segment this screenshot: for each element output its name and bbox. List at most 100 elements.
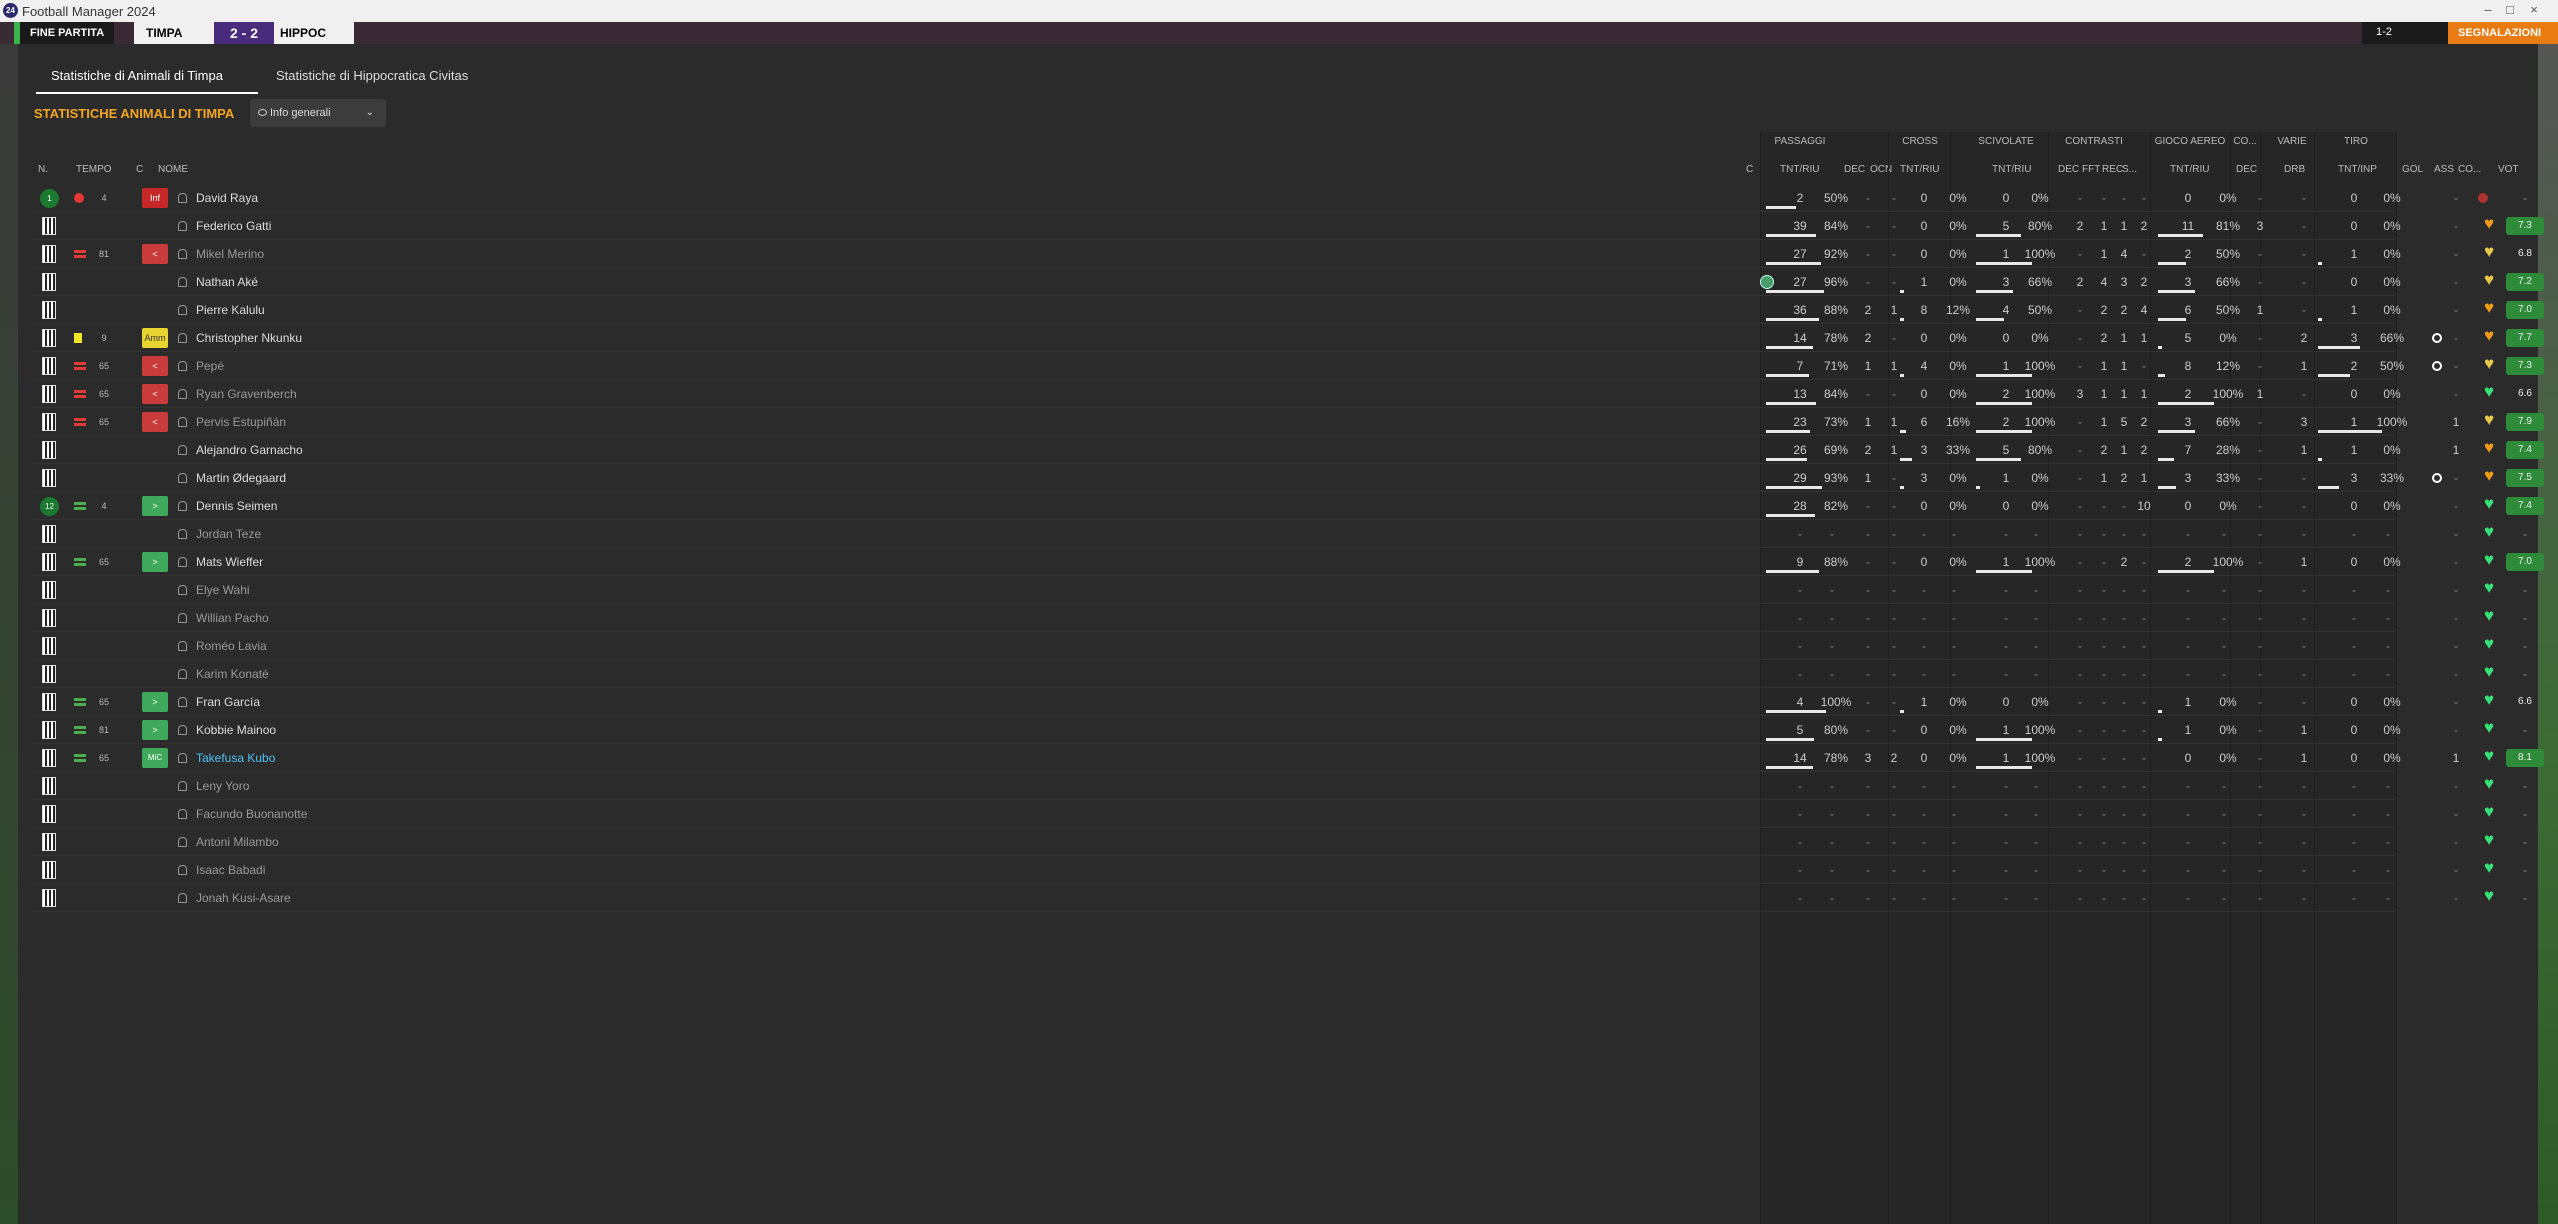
- player-name[interactable]: David Raya: [196, 184, 258, 212]
- table-row[interactable]: 65 MiC Takefusa Kubo 14 78% 3 2 0 0% 1 100% - - - -0 0%…: [32, 742, 2544, 772]
- stat-chal-s-value: -: [2142, 247, 2146, 261]
- close-button[interactable]: ×: [2514, 2, 2554, 17]
- table-row[interactable]: Antoni Milambo--------------------: [32, 826, 2527, 856]
- col-chal-dec[interactable]: DEC: [2058, 164, 2079, 175]
- table-row[interactable]: 65 > Mats Wieffer 9 88% - -0 0% 1 100% - -2-2 100% -1…: [32, 546, 2544, 576]
- table-row[interactable]: 9 Amm Christopher Nkunku 14 78% 2-0 0% 0 0% -2 1 1 5…: [32, 322, 2544, 352]
- player-name[interactable]: Jordan Teze: [196, 520, 261, 548]
- col-aerial-att[interactable]: TNT/RIU: [2170, 164, 2209, 175]
- player-name[interactable]: Martin Ødegaard: [196, 464, 286, 492]
- col-shot-att[interactable]: TNT/INP: [2338, 164, 2377, 175]
- player-name[interactable]: Roméo Lavia: [196, 632, 267, 660]
- col-cross-att[interactable]: TNT/RIU: [1900, 164, 1939, 175]
- table-row[interactable]: Willian Pacho--------------------: [32, 602, 2527, 632]
- player-name[interactable]: Mikel Merino: [196, 240, 264, 268]
- table-row[interactable]: 81 < Mikel Merino 27 92% - -0 0% 1 100% -1 4-2 50% - -…: [32, 238, 2532, 268]
- table-row[interactable]: Facundo Buonanotte--------------------: [32, 798, 2527, 828]
- stat-empty-value: -: [2186, 583, 2190, 597]
- col-pass-dec[interactable]: DEC: [1844, 164, 1865, 175]
- status-badge[interactable]: Amm: [142, 328, 168, 348]
- table-row[interactable]: Alejandro Garnacho 26 69% 2 1 3 33% 5 80% -2 1 2 7 28…: [32, 434, 2544, 464]
- view-filter-dropdown[interactable]: Info generali ⌄: [250, 99, 386, 127]
- table-row[interactable]: Nathan Aké2796%--10%366%2432366%--00%-7.…: [32, 266, 2544, 296]
- stat-empty-value: -: [2034, 583, 2038, 597]
- table-row[interactable]: 65 < Ryan Gravenberch 13 84% - -0 0% 2 100% 3 1 1 1 2 1…: [32, 378, 2532, 408]
- player-name[interactable]: Isaac Babadi: [196, 856, 265, 884]
- col-number[interactable]: N.: [38, 164, 48, 175]
- table-row[interactable]: 81 > Kobbie Mainoo 5 80% - -0 0% 1 100% - - - -1 0% -1 0…: [32, 714, 2527, 744]
- col-pass-att[interactable]: TNT/RIU: [1780, 164, 1819, 175]
- table-row[interactable]: Elye Wahi--------------------: [32, 574, 2527, 604]
- table-row[interactable]: Jordan Teze--------------------: [32, 518, 2527, 548]
- status-badge[interactable]: <: [142, 412, 168, 432]
- status-badge[interactable]: >: [142, 692, 168, 712]
- table-row[interactable]: 1 4 Inf David Raya 2 50% - -0 0% 0 0% - - - -0 0% - -0 0% -…: [32, 184, 2527, 212]
- player-name[interactable]: Fran García: [196, 688, 260, 716]
- player-name[interactable]: Leny Yoro: [196, 772, 249, 800]
- tab-away-stats[interactable]: Statistiche di Hippocratica Civitas: [272, 62, 492, 94]
- player-name[interactable]: Alejandro Garnacho: [196, 436, 303, 464]
- tab-home-stats[interactable]: Statistiche di Animali di Timpa: [36, 62, 258, 94]
- table-row[interactable]: Federico Gatti 39 84% - -0 0% 5 80% 2 1 1 2 11 81% 3-0…: [32, 210, 2544, 240]
- col-chal-rec[interactable]: REC: [2102, 164, 2123, 175]
- col-goals[interactable]: GOL: [2402, 164, 2423, 175]
- player-name[interactable]: Mats Wieffer: [196, 548, 263, 576]
- table-row[interactable]: Jonah Kusi-Asare--------------------: [32, 882, 2527, 912]
- col-tackle-att[interactable]: TNT/RIU: [1992, 164, 2031, 175]
- status-badge[interactable]: >: [142, 720, 168, 740]
- col-time[interactable]: TEMPO: [76, 164, 112, 175]
- table-row[interactable]: Pierre Kalulu 36 88% 2 1 8 12% 4 50% -2 2 4 6 50% 1-1 0…: [32, 294, 2544, 324]
- status-badge[interactable]: >: [142, 552, 168, 572]
- col-name[interactable]: NOME: [158, 164, 188, 175]
- table-row[interactable]: Roméo Lavia--------------------: [32, 630, 2527, 660]
- player-name[interactable]: Antoni Milambo: [196, 828, 279, 856]
- col-chal-s[interactable]: S...: [2122, 164, 2137, 175]
- stat-empty-value: -: [2222, 639, 2226, 653]
- table-row[interactable]: Leny Yoro--------------------: [32, 770, 2527, 800]
- table-row[interactable]: 65<Pepé771%1140%1100%-11-812%-1250%-7.3: [32, 350, 2544, 380]
- status-badge[interactable]: <: [142, 384, 168, 404]
- col-chal-fft[interactable]: FFT: [2082, 164, 2100, 175]
- stat-tackle-pct-value: 0%: [2031, 331, 2049, 345]
- substitution-icon: [74, 417, 86, 427]
- player-name[interactable]: Jonah Kusi-Asare: [196, 884, 291, 912]
- stat-cross-pct-value: 0%: [1949, 751, 1967, 765]
- player-name[interactable]: Dennis Seimen: [196, 492, 277, 520]
- table-row[interactable]: Martin Ødegaard 29 93% 1-3 0% 1 0% -1 2 1 3 33% - -3 3…: [32, 462, 2544, 492]
- player-name[interactable]: Pierre Kalulu: [196, 296, 265, 324]
- table-row[interactable]: Karim Konaté--------------------: [32, 658, 2527, 688]
- player-name[interactable]: Christopher Nkunku: [196, 324, 302, 352]
- stat-empty-value: -: [2186, 779, 2190, 793]
- player-name[interactable]: Karim Konaté: [196, 660, 269, 688]
- table-row[interactable]: 65 > Fran García 4 100% - -1 0% 0 0% - - - -1 0% - -0 0% -…: [32, 686, 2532, 716]
- stat-empty-value: -: [2004, 807, 2008, 821]
- player-name[interactable]: Facundo Buonanotte: [196, 800, 307, 828]
- table-row[interactable]: Isaac Babadi--------------------: [32, 854, 2527, 884]
- player-name[interactable]: Ryan Gravenberch: [196, 380, 297, 408]
- player-name[interactable]: Pepé: [196, 352, 224, 380]
- alerts-button[interactable]: SEGNALAZIONI: [2448, 22, 2558, 44]
- status-badge[interactable]: <: [142, 244, 168, 264]
- col-captain[interactable]: C: [1746, 164, 1753, 175]
- col-c[interactable]: C: [136, 164, 143, 175]
- status-badge[interactable]: <: [142, 356, 168, 376]
- col-co-dec[interactable]: DEC: [2236, 164, 2257, 175]
- player-name[interactable]: Kobbie Mainoo: [196, 716, 276, 744]
- status-badge[interactable]: MiC: [142, 748, 168, 768]
- player-name[interactable]: Pervis Estupiñán: [196, 408, 286, 436]
- status-badge[interactable]: Inf: [142, 188, 168, 208]
- col-rating[interactable]: VOT: [2498, 164, 2519, 175]
- col-assists[interactable]: ASS: [2434, 164, 2454, 175]
- table-row[interactable]: 12 4 > Dennis Seimen 28 82% - -0 0% 0 0% - - -10 0 0% - -…: [32, 490, 2544, 520]
- player-name[interactable]: Takefusa Kubo: [196, 744, 275, 772]
- status-badge[interactable]: >: [142, 496, 168, 516]
- player-name[interactable]: Willian Pacho: [196, 604, 269, 632]
- player-name[interactable]: Elye Wahi: [196, 576, 250, 604]
- table-row[interactable]: 65 < Pervis Estupiñán 23 73% 1 1 6 16% 2 100% -1 5 2 3…: [32, 406, 2544, 436]
- end-match-button[interactable]: FINE PARTITA: [14, 22, 115, 44]
- col-condition[interactable]: CO...: [2458, 164, 2481, 175]
- player-name[interactable]: Federico Gatti: [196, 212, 271, 240]
- success-bar: [1766, 430, 1810, 433]
- col-drb[interactable]: DRB: [2284, 164, 2305, 175]
- player-name[interactable]: Nathan Aké: [196, 268, 258, 296]
